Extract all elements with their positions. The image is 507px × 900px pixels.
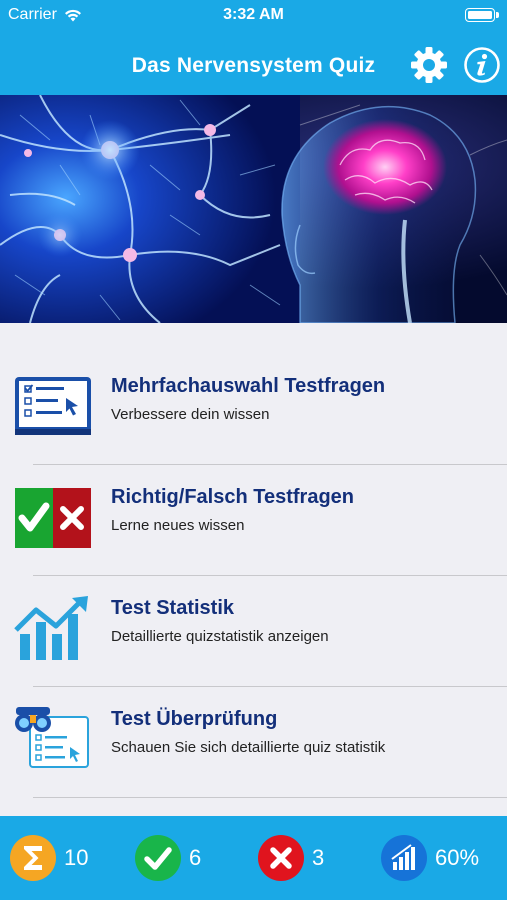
menu-item-true-false[interactable]: Richtig/Falsch Testfragen Lerne neues wi… <box>0 465 507 576</box>
statistics-chart-icon <box>14 596 88 660</box>
menu-item-title: Test Statistik <box>111 597 234 619</box>
stat-total: 10 <box>10 835 88 881</box>
status-bar: Carrier 3:32 AM <box>0 0 507 30</box>
battery-icon <box>465 8 499 22</box>
gear-icon <box>411 47 447 83</box>
top-header: Carrier 3:32 AM Das Nervensystem Quiz <box>0 0 507 95</box>
menu-item-review[interactable]: Test Überprüfung Schauen Sie sich detail… <box>0 687 507 798</box>
menu-item-title: Richtig/Falsch Testfragen <box>111 486 355 508</box>
stat-correct: 6 <box>135 835 201 881</box>
hero-banner-image <box>0 95 507 323</box>
stat-percent: 60% <box>381 835 479 881</box>
bar-chart-icon <box>381 835 427 881</box>
info-button[interactable] <box>462 45 502 85</box>
menu-item-subtitle: Detaillierte quizstatistik anzeigen <box>111 628 329 645</box>
menu-item-subtitle: Verbessere dein wissen <box>111 406 270 423</box>
review-binoculars-icon <box>15 707 89 768</box>
true-false-icon <box>15 488 91 548</box>
multiple-choice-icon <box>15 377 91 435</box>
checkmark-icon <box>135 835 181 881</box>
divider <box>33 797 507 798</box>
score-footer: 10 6 3 60% <box>0 816 507 900</box>
clock: 3:32 AM <box>223 6 284 23</box>
menu-item-statistics[interactable]: Test Statistik Detaillierte quizstatisti… <box>0 576 507 687</box>
sigma-icon <box>10 835 56 881</box>
menu-item-title: Mehrfachauswahl Testfragen <box>111 375 386 397</box>
stat-percent-value: 60% <box>435 845 480 870</box>
stat-wrong-value: 3 <box>312 845 325 870</box>
stat-total-value: 10 <box>64 845 89 870</box>
menu-item-multiple-choice[interactable]: Mehrfachauswahl Testfragen Verbessere de… <box>0 323 507 435</box>
menu-item-title: Test Überprüfung <box>111 708 278 730</box>
stat-wrong: 3 <box>258 835 324 881</box>
info-icon <box>464 47 500 83</box>
menu-item-subtitle: Lerne neues wissen <box>111 517 245 534</box>
stat-correct-value: 6 <box>189 845 202 870</box>
menu-item-subtitle: Schauen Sie sich detaillierte quiz stati… <box>111 739 386 756</box>
close-icon <box>258 835 304 881</box>
settings-button[interactable] <box>409 45 449 85</box>
